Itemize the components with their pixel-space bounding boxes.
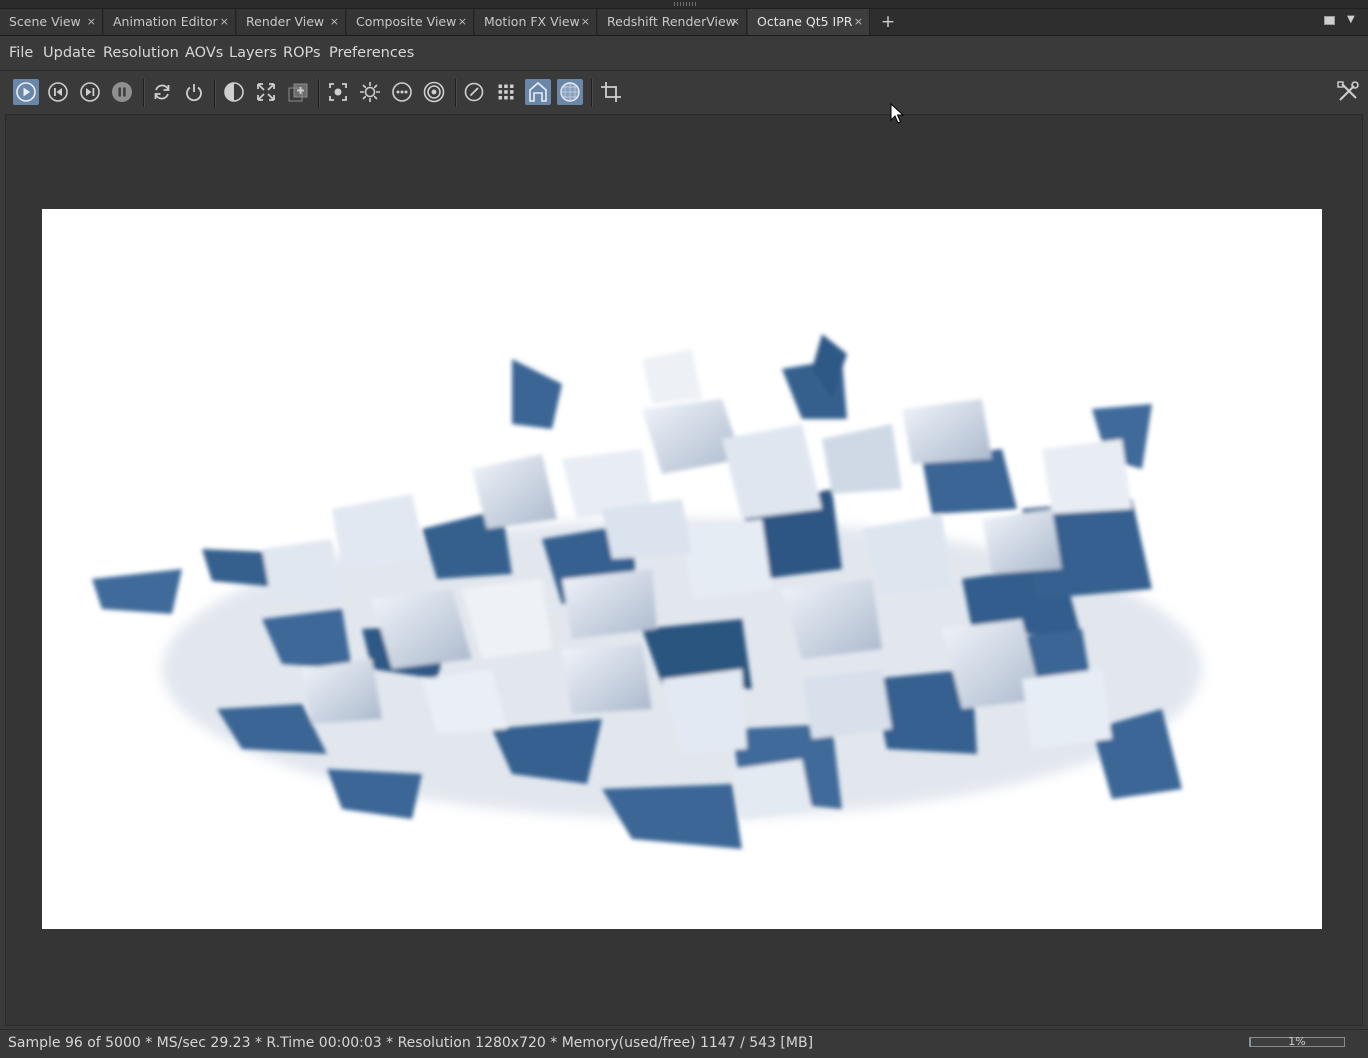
render-progress-bar: 1% xyxy=(1249,1035,1345,1048)
tab-label: Redshift RenderView xyxy=(607,14,736,29)
contrast-icon[interactable] xyxy=(221,79,247,105)
house-icon[interactable] xyxy=(525,79,551,105)
render-status-text: Sample 96 of 5000 * MS/sec 29.23 * R.Tim… xyxy=(8,1035,814,1051)
focus-picker-icon[interactable] xyxy=(325,79,351,105)
tab-composite-view[interactable]: Composite View × xyxy=(347,9,474,35)
step-back-icon[interactable] xyxy=(45,79,71,105)
pane-menu-chevron-icon[interactable]: ▼ xyxy=(1347,14,1355,25)
mouse-cursor-icon xyxy=(890,103,904,124)
menu-aovs[interactable]: AOVs xyxy=(185,36,223,70)
settings-tools-icon[interactable] xyxy=(1335,79,1361,105)
tab-close-icon[interactable]: × xyxy=(330,9,339,35)
tab-label: Octane Qt5 IPR xyxy=(757,14,853,29)
window-top-strip xyxy=(0,0,1368,9)
tab-octane-qt5-ipr[interactable]: Octane Qt5 IPR × xyxy=(748,9,870,35)
menu-layers[interactable]: Layers xyxy=(229,36,277,70)
tab-close-icon[interactable]: × xyxy=(220,9,229,35)
toolbar-separator xyxy=(591,79,593,107)
toolbar xyxy=(0,71,1368,113)
target-icon[interactable] xyxy=(421,79,447,105)
fit-expand-icon[interactable] xyxy=(253,79,279,105)
tab-animation-editor[interactable]: Animation Editor × xyxy=(104,9,236,35)
grid-icon[interactable] xyxy=(493,79,519,105)
status-bar: Sample 96 of 5000 * MS/sec 29.23 * R.Tim… xyxy=(0,1029,1368,1058)
toolbar-separator xyxy=(455,79,457,107)
tab-close-icon[interactable]: × xyxy=(87,9,96,35)
menu-rops[interactable]: ROPs xyxy=(283,36,321,70)
tab-close-icon[interactable]: × xyxy=(731,9,740,35)
tab-bar: Scene View × Animation Editor × Render V… xyxy=(0,9,1368,36)
step-forward-icon[interactable] xyxy=(77,79,103,105)
tab-close-icon[interactable]: × xyxy=(854,9,863,35)
refresh-icon[interactable] xyxy=(149,79,175,105)
tab-close-icon[interactable]: × xyxy=(581,9,590,35)
menu-file[interactable]: File xyxy=(9,36,33,70)
crop-icon[interactable] xyxy=(598,79,624,105)
shattered-shards-render xyxy=(92,334,1202,849)
menu-update[interactable]: Update xyxy=(43,36,96,70)
maximize-pane-icon[interactable] xyxy=(1324,16,1335,25)
more-options-icon[interactable] xyxy=(389,79,415,105)
add-tab-icon[interactable]: + xyxy=(879,9,897,35)
play-render-icon[interactable] xyxy=(13,79,39,105)
speed-dial-icon[interactable] xyxy=(461,79,487,105)
power-icon[interactable] xyxy=(181,79,207,105)
sphere-icon[interactable] xyxy=(557,79,583,105)
tab-label: Animation Editor xyxy=(113,14,218,29)
tab-scene-view[interactable]: Scene View × xyxy=(0,9,103,35)
tab-label: Scene View xyxy=(9,14,81,29)
pause-icon[interactable] xyxy=(109,79,135,105)
toolbar-separator xyxy=(143,79,145,107)
light-sun-icon[interactable] xyxy=(357,79,383,105)
tab-render-view[interactable]: Render View × xyxy=(237,9,346,35)
drag-grip-handle[interactable] xyxy=(674,2,698,6)
tab-close-icon[interactable]: × xyxy=(458,9,467,35)
tab-motion-fx-view[interactable]: Motion FX View × xyxy=(475,9,597,35)
menu-resolution[interactable]: Resolution xyxy=(103,36,179,70)
tab-label: Render View xyxy=(246,14,325,29)
menu-bar: File Update Resolution AOVs Layers ROPs … xyxy=(0,36,1368,71)
progress-percent: 1% xyxy=(1288,1035,1306,1048)
render-image[interactable] xyxy=(42,209,1322,929)
toolbar-separator xyxy=(318,79,320,107)
menu-preferences[interactable]: Preferences xyxy=(329,36,414,70)
tab-label: Motion FX View xyxy=(484,14,580,29)
tab-redshift-renderview[interactable]: Redshift RenderView × xyxy=(598,9,747,35)
toolbar-separator xyxy=(214,79,216,107)
tab-label: Composite View xyxy=(356,14,457,29)
add-region-icon[interactable] xyxy=(285,79,311,105)
